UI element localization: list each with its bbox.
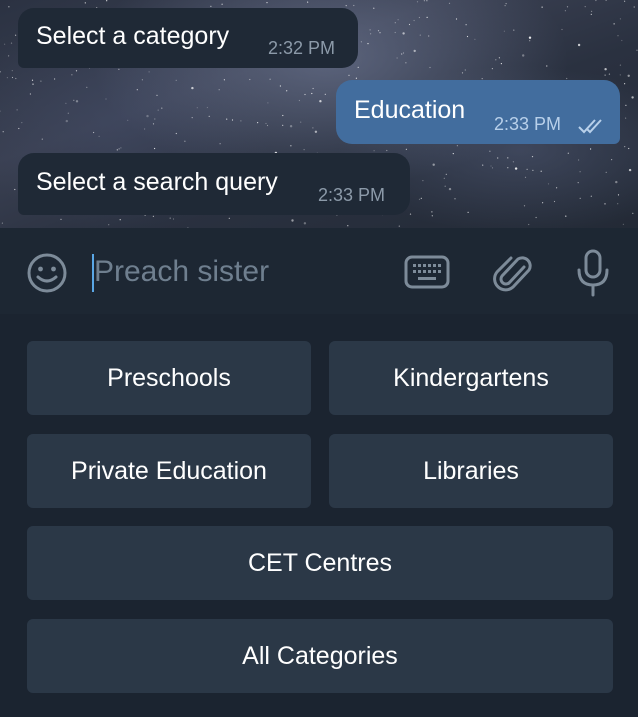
chat-area: Select a category 2:32 PM Education 2:33…	[0, 0, 638, 228]
message-bubble-incoming[interactable]: Select a search query 2:33 PM	[18, 153, 410, 215]
message-time: 2:33 PM	[318, 185, 386, 205]
message-time: 2:33 PM	[494, 114, 562, 134]
message-text: Select a search query	[36, 168, 278, 197]
kindergartens-button[interactable]: Kindergartens	[329, 341, 613, 415]
message-text: Select a category	[36, 22, 230, 51]
all-categories-button[interactable]: All Categories	[27, 619, 613, 693]
double-check-icon	[578, 119, 602, 134]
microphone-icon[interactable]	[574, 248, 612, 298]
keyboard-icon[interactable]	[404, 254, 450, 290]
emoji-icon[interactable]	[24, 250, 70, 296]
text-cursor	[92, 254, 94, 292]
message-time: 2:32 PM	[268, 38, 336, 58]
message-input[interactable]	[90, 248, 394, 296]
cet-centres-button[interactable]: CET Centres	[27, 526, 613, 600]
bot-reply-keyboard: Preschools Kindergartens Private Educati…	[0, 314, 638, 717]
message-bubble-outgoing[interactable]: Education 2:33 PM	[336, 80, 620, 144]
private-education-button[interactable]: Private Education	[27, 434, 311, 508]
preschools-button[interactable]: Preschools	[27, 341, 311, 415]
libraries-button[interactable]: Libraries	[329, 434, 613, 508]
message-bubble-incoming[interactable]: Select a category 2:32 PM	[18, 8, 358, 68]
paperclip-icon[interactable]	[492, 250, 532, 296]
message-text: Education	[354, 96, 466, 125]
message-composer	[0, 228, 638, 314]
